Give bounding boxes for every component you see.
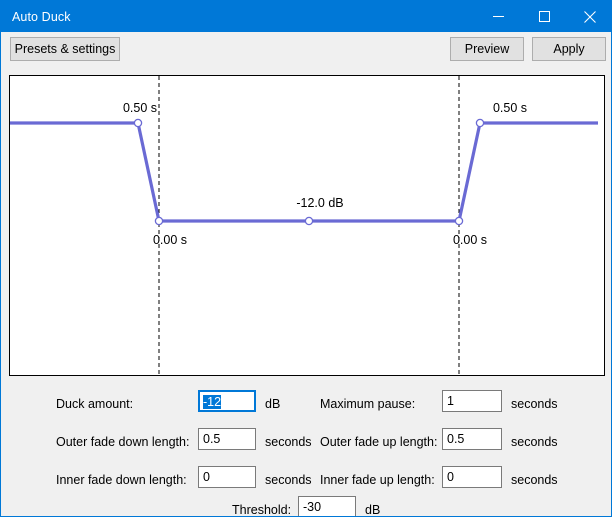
duck-amount-unit: dB — [265, 397, 281, 411]
threshold-unit: dB — [365, 503, 381, 517]
chart-label-3: 0.00 s — [453, 233, 487, 247]
duck-amount-input[interactable]: -12 — [198, 390, 256, 412]
threshold-input[interactable]: -30 — [298, 496, 356, 516]
inner-fade-up-length-input[interactable]: 0 — [442, 466, 502, 488]
title-bar[interactable]: Auto Duck — [1, 1, 611, 32]
chart-label-0: 0.50 s — [123, 101, 157, 115]
outer-fade-down-handle[interactable] — [133, 118, 143, 128]
duck-amount-handle[interactable] — [304, 216, 314, 226]
outer-fade-up-handle[interactable] — [475, 118, 485, 128]
inner-fade-down-length-label: Inner fade down length: — [56, 473, 187, 487]
outer-fade-up-length-input[interactable]: 0.5 — [442, 428, 502, 450]
outer-fade-down-length-label: Outer fade down length: — [56, 435, 190, 449]
chart-label-1: 0.00 s — [153, 233, 187, 247]
inner-fade-up-length-unit: seconds — [511, 473, 558, 487]
outer-fade-up-length-value: 0.5 — [447, 432, 465, 446]
outer-fade-up-length-unit: seconds — [511, 435, 558, 449]
close-button[interactable] — [567, 1, 611, 32]
minimize-icon — [492, 11, 504, 22]
inner-fade-down-length-value: 0 — [203, 470, 210, 484]
apply-button[interactable]: Apply — [532, 37, 606, 61]
inner-fade-up-length-label: Inner fade up length: — [320, 473, 435, 487]
presets-and-settings-button[interactable]: Presets & settings — [10, 37, 120, 61]
duck-amount-value: -12 — [203, 395, 222, 409]
inner-fade-up-length-value: 0 — [447, 470, 454, 484]
outer-fade-up-length-label: Outer fade up length: — [320, 435, 438, 449]
outer-fade-down-length-input[interactable]: 0.5 — [198, 428, 256, 450]
threshold-value: -30 — [303, 500, 322, 514]
inner-fade-down-handle[interactable] — [154, 216, 164, 226]
maximum-pause-value: 1 — [447, 394, 454, 408]
threshold-label: Threshold: — [232, 503, 292, 517]
duck-amount-label: Duck amount: — [56, 397, 134, 411]
inner-fade-up-handle[interactable] — [454, 216, 464, 226]
inner-fade-down-length-unit: seconds — [265, 473, 312, 487]
window-title: Auto Duck — [12, 9, 71, 24]
chart-label-4: 0.50 s — [493, 101, 527, 115]
chart-label-2: -12.0 dB — [296, 196, 343, 210]
preview-button[interactable]: Preview — [450, 37, 524, 61]
duck-envelope-svg[interactable]: 0.50 s 0.00 s -12.0 dB 0.00 s 0.50 s — [10, 76, 604, 375]
maximize-icon — [538, 11, 550, 22]
outer-fade-down-length-unit: seconds — [265, 435, 312, 449]
minimize-button[interactable] — [475, 1, 521, 32]
maximum-pause-label: Maximum pause: — [320, 397, 416, 411]
auto-duck-dialog: Auto Duck Presets & settings Preview App… — [0, 0, 612, 517]
maximize-button[interactable] — [521, 1, 567, 32]
outer-fade-down-length-value: 0.5 — [203, 432, 221, 446]
inner-fade-down-length-input[interactable]: 0 — [198, 466, 256, 488]
maximum-pause-unit: seconds — [511, 397, 558, 411]
close-icon — [584, 10, 596, 23]
maximum-pause-input[interactable]: 1 — [442, 390, 502, 412]
duck-envelope-graph[interactable]: 0.50 s 0.00 s -12.0 dB 0.00 s 0.50 s — [9, 75, 605, 376]
